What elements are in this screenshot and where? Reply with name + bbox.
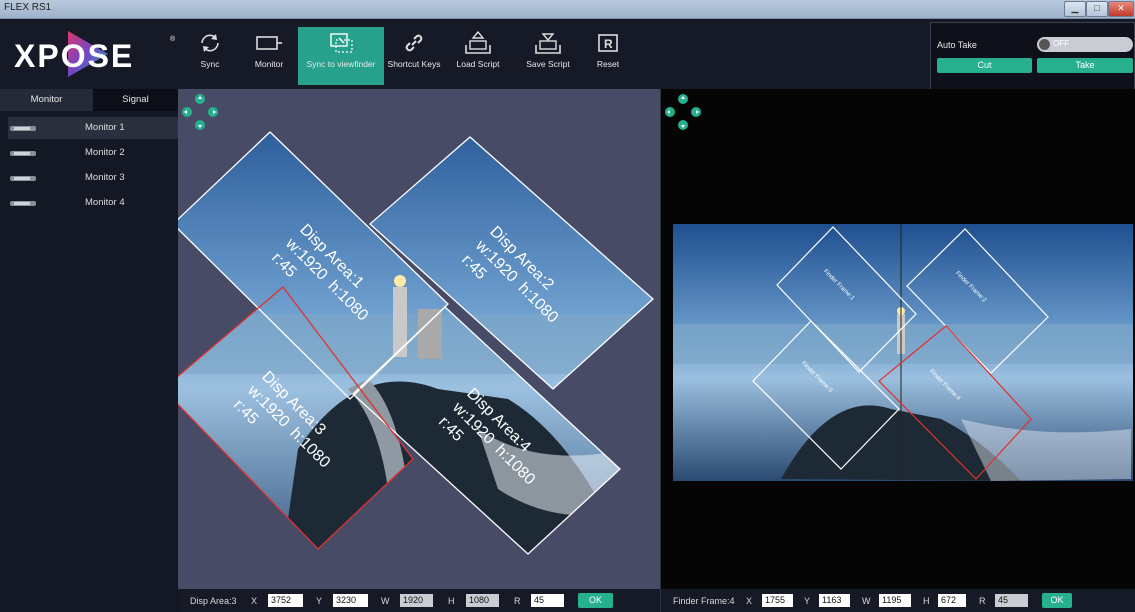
w-field[interactable]: 1920 (400, 594, 433, 607)
monitor-item-label: Monitor 4 (85, 197, 125, 208)
xpose-logo: XPOSE ® (14, 31, 175, 77)
reset-label: Reset (596, 59, 620, 69)
x-field[interactable]: 3752 (268, 594, 303, 607)
monitor-label: Monitor (254, 59, 284, 69)
tab-monitor[interactable]: Monitor (0, 89, 93, 111)
h-field[interactable]: 672 (938, 594, 966, 607)
take-button[interactable]: Take (1037, 58, 1133, 73)
take-panel: Auto Take OFF Cut Take (930, 22, 1135, 90)
reset-icon: R (598, 34, 618, 52)
viewfinder-image (673, 224, 1133, 481)
w-field[interactable]: 1195 (879, 594, 911, 607)
save-icon (535, 33, 561, 54)
monitor-list-item[interactable]: Monitor 3 (8, 167, 178, 189)
sync-to-viewfinder-label: Sync to viewfinder (306, 59, 376, 69)
disp-ok-button[interactable]: OK (578, 593, 613, 608)
y-field[interactable]: 3230 (333, 594, 368, 607)
load-script-button[interactable]: Load Script (450, 27, 506, 85)
y-label: Y (804, 596, 811, 606)
shortcut-keys-label: Shortcut Keys (387, 59, 441, 69)
monitor-strip-icon (10, 151, 36, 156)
reset-button[interactable]: R Reset (588, 27, 628, 85)
save-script-label: Save Script (526, 59, 570, 69)
tab-signal[interactable]: Signal (93, 89, 178, 111)
sync-label: Sync (200, 59, 220, 69)
save-script-button[interactable]: Save Script (520, 27, 576, 85)
y-label: Y (316, 596, 323, 606)
monitor-strip-icon (10, 176, 36, 181)
auto-take-toggle[interactable]: OFF (1037, 37, 1133, 52)
cut-button[interactable]: Cut (937, 58, 1032, 73)
close-button[interactable]: ✕ (1108, 1, 1134, 17)
finder-frame-status-bar: Finder Frame:4 X 1755 Y 1163 W 1195 H 67… (661, 589, 1135, 612)
monitor-list-item[interactable]: Monitor 2 (8, 142, 178, 164)
disp-area-status-bar: Disp Area:3 X 3752 Y 3230 W 1920 H 1080 … (178, 589, 660, 612)
disp-area-label: Disp Area:3 (190, 596, 237, 606)
h-label: H (448, 596, 455, 606)
lighthouse-image (178, 132, 653, 554)
window-title: FLEX RS1 (4, 2, 52, 13)
svg-text:XPOSE: XPOSE (14, 38, 134, 74)
sync-viewfinder-icon (330, 33, 353, 53)
load-icon (465, 31, 491, 54)
shortcut-keys-button[interactable]: Shortcut Keys (385, 27, 443, 85)
y-field[interactable]: 1163 (819, 594, 850, 607)
r-field[interactable]: 45 (995, 594, 1028, 607)
load-script-label: Load Script (456, 59, 500, 69)
monitor-list-item[interactable]: Monitor 4 (8, 192, 178, 214)
minimize-button[interactable]: ▁ (1064, 1, 1086, 17)
r-label: R (979, 596, 986, 606)
sync-icon (201, 34, 219, 52)
sync-button[interactable]: Sync (190, 27, 230, 85)
r-label: R (514, 596, 521, 606)
left-panel: Monitor Signal Monitor 1 Monitor 2 Monit… (0, 89, 178, 612)
r-field[interactable]: 45 (531, 594, 564, 607)
finder-ok-button[interactable]: OK (1042, 593, 1072, 608)
auto-take-label: Auto Take (937, 40, 977, 50)
monitor-strip-icon (10, 126, 36, 131)
title-bar: FLEX RS1 ▁ □ ✕ (0, 0, 1135, 19)
display-canvas[interactable]: Disp Area:1 w:1920 h:1080 r:45 Disp Area… (178, 89, 660, 589)
svg-text:R: R (604, 37, 613, 51)
toggle-state: OFF (1053, 39, 1069, 48)
viewfinder-move-arrows-icon[interactable] (665, 94, 701, 130)
x-label: X (746, 596, 753, 606)
monitor-icon (256, 36, 282, 50)
h-field[interactable]: 1080 (466, 594, 499, 607)
move-arrows-icon[interactable] (182, 94, 218, 130)
monitor-item-label: Monitor 2 (85, 147, 125, 158)
sync-to-viewfinder-button[interactable]: Sync to viewfinder (298, 27, 384, 85)
w-label: W (862, 596, 871, 606)
finder-frame-label: Finder Frame:4 (673, 596, 735, 606)
monitor-strip-icon (10, 201, 36, 206)
monitor-list-item[interactable]: Monitor 1 (8, 117, 178, 139)
maximize-button[interactable]: □ (1086, 1, 1108, 17)
link-icon (405, 34, 423, 52)
viewfinder-panel[interactable]: Finder Frame:1 Finder Frame:2 Finder Fra… (661, 89, 1135, 589)
x-field[interactable]: 1755 (762, 594, 793, 607)
monitor-item-label: Monitor 3 (85, 172, 125, 183)
toggle-knob (1039, 39, 1050, 50)
svg-text:®: ® (170, 35, 175, 43)
monitor-item-label: Monitor 1 (85, 122, 125, 133)
h-label: H (923, 596, 930, 606)
w-label: W (381, 596, 390, 606)
x-label: X (251, 596, 258, 606)
monitor-button[interactable]: Monitor (245, 27, 293, 85)
